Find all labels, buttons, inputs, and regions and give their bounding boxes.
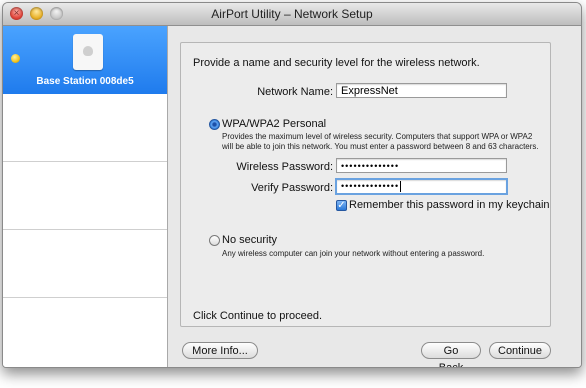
wpa-option-title: WPA/WPA2 Personal — [222, 118, 327, 130]
sidebar-item-label: Base Station 008de5 — [36, 76, 134, 87]
remember-password-label: Remember this password in my keychain — [349, 199, 550, 211]
wireless-password-field[interactable]: •••••••••••••• — [336, 158, 507, 173]
checkmark-icon: ✓ — [337, 200, 346, 211]
wpa-option-description: Provides the maximum level of wireless s… — [222, 132, 539, 151]
status-indicator-icon — [11, 54, 20, 63]
window-title: AirPort Utility – Network Setup — [211, 7, 373, 21]
network-name-label: Network Name: — [257, 86, 333, 98]
verify-password-field[interactable]: •••••••••••••• — [335, 178, 508, 195]
text-caret — [400, 181, 402, 193]
main-content: Provide a name and security level for th… — [168, 26, 581, 367]
sidebar: Base Station 008de5 — [3, 26, 168, 367]
instruction-text: Click Continue to proceed. — [193, 310, 323, 322]
wireless-password-label: Wireless Password: — [236, 161, 333, 173]
title-bar: × AirPort Utility – Network Setup — [3, 3, 581, 26]
continue-button[interactable]: Continue — [489, 342, 551, 359]
go-back-button[interactable]: Go Back — [421, 342, 481, 367]
remember-password-checkbox[interactable]: ✓ — [336, 200, 347, 211]
page-heading: Provide a name and security level for th… — [193, 57, 480, 69]
no-security-option-title: No security — [222, 234, 278, 246]
sidebar-divider — [3, 297, 167, 298]
no-security-radio[interactable] — [209, 235, 220, 246]
airport-utility-window: × AirPort Utility – Network Setup Base S… — [2, 2, 582, 368]
wpa-radio[interactable] — [209, 119, 220, 130]
sidebar-divider — [3, 161, 167, 162]
sidebar-divider — [3, 229, 167, 230]
airport-express-icon — [73, 34, 103, 70]
no-security-option-description: Any wireless computer can join your netw… — [222, 249, 485, 258]
verify-password-label: Verify Password: — [251, 182, 333, 194]
sidebar-item-base-station[interactable]: Base Station 008de5 — [3, 26, 167, 94]
network-name-field[interactable]: ExpressNet — [336, 83, 507, 98]
verify-password-value: •••••••••••••• — [341, 181, 400, 191]
setup-panel: Provide a name and security level for th… — [180, 42, 551, 327]
more-info-button[interactable]: More Info... — [182, 342, 258, 359]
